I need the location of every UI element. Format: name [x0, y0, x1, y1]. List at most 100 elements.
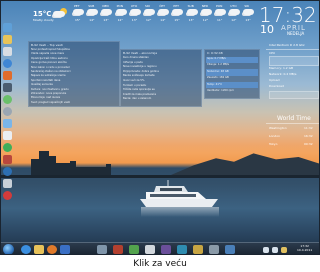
picture-icon[interactable] — [3, 119, 12, 128]
settings-icon[interactable] — [3, 107, 12, 116]
feed-row[interactable]: Novi protesti ispred Skupštine — [31, 48, 70, 51]
drive-monitor-panel: C: 0:32:48 Ispis: 0.7 MB/s Čitanje: 1.2 M… — [204, 49, 260, 99]
feed-row[interactable]: Kurs dinara stabilan — [123, 56, 149, 59]
forecast-day-label: NED — [201, 4, 209, 8]
feed-row[interactable]: Najave za sutrašnje vreme — [31, 74, 66, 77]
feed-row[interactable]: Inflacija u padu — [123, 61, 143, 64]
document-icon[interactable] — [3, 131, 12, 140]
cloud-icon — [229, 9, 241, 15]
forecast-temperature: 13° — [245, 18, 251, 22]
power-icon[interactable] — [3, 191, 12, 200]
window-icon[interactable] — [97, 245, 107, 254]
window-icon[interactable] — [177, 245, 187, 254]
feed-row[interactable]: Vlada najavila nove mere — [31, 52, 64, 55]
cpu-model: Intel Pentium D 2.8 Ghz — [269, 43, 305, 47]
divider — [266, 49, 319, 50]
upload-label: Upload — [269, 78, 280, 82]
pier — [1, 175, 319, 178]
feed-row[interactable]: Ekonomija: rast izvoza — [31, 96, 60, 99]
weather-main-icon — [53, 8, 67, 17]
firefox-icon[interactable] — [47, 245, 57, 254]
computer-icon[interactable] — [3, 23, 12, 32]
window-icon[interactable] — [129, 245, 139, 254]
forecast-day-label: PET — [173, 4, 179, 8]
world-time-value: 00:32 — [304, 142, 313, 146]
forecast-temperature: 13° — [188, 18, 194, 22]
tray-clock[interactable]: 17:32 10.4.2011 — [297, 244, 312, 252]
forecast-day-label: UTO — [230, 4, 237, 8]
game-icon[interactable] — [3, 155, 12, 164]
chat-icon[interactable] — [3, 95, 12, 104]
forecast-day-label: ČET — [159, 4, 166, 8]
feed-row[interactable]: Poljoprivreda: dobra godina — [123, 70, 159, 73]
window-icon[interactable] — [161, 245, 171, 254]
forecast-temperature: 12° — [117, 18, 123, 22]
feed-row[interactable]: Saobraćaj otežan na obilaznici — [31, 70, 71, 73]
yacht-image — [140, 180, 218, 207]
mail-icon[interactable] — [3, 47, 12, 56]
forecast-day-label: NED — [102, 4, 109, 8]
video-icon[interactable] — [3, 83, 12, 92]
forecast-temperature: 12° — [202, 18, 209, 22]
forecast-day-label: SRI — [244, 4, 250, 8]
forecast-day-label: SUB — [187, 4, 194, 8]
recycle-bin-icon[interactable] — [3, 179, 12, 188]
feed-row[interactable]: Svet: pregled najvažnijih vesti — [31, 101, 70, 104]
feed-row[interactable]: Zauzeto: 182 GB — [207, 76, 229, 79]
feed-row[interactable]: Temp: 41°C — [207, 83, 222, 86]
feed-row[interactable]: Cene goriva ponovo skočile — [31, 61, 67, 64]
feed-row[interactable]: Tržište rada oporavlja se — [123, 88, 155, 91]
download-label: Download — [269, 84, 284, 88]
network-icon[interactable] — [3, 167, 12, 176]
forecast-temperature: 13° — [103, 18, 109, 22]
feed-row[interactable]: Čitanje: 1.2 MB/s — [207, 63, 229, 66]
feed-row[interactable]: Sportski rezultati dana — [31, 79, 60, 82]
feed-row[interactable]: Nove investicije u regionu — [123, 65, 157, 68]
music-icon[interactable] — [3, 71, 12, 80]
feed-row[interactable]: Turizam u porastu — [123, 84, 146, 87]
feed-row[interactable]: Zdravstvo: nove preporuke — [31, 92, 66, 95]
ie-icon[interactable] — [21, 245, 31, 254]
cloud-icon — [172, 9, 184, 15]
feed-row[interactable]: Banke snižavaju kamate — [123, 74, 155, 77]
city-skyline — [39, 151, 49, 177]
cloud-icon — [243, 9, 255, 15]
explorer-icon[interactable] — [34, 245, 44, 254]
mountain-silhouette — [171, 153, 319, 175]
feed-row[interactable]: Novi zakon o radu u proceduri — [31, 66, 70, 69]
feed-row[interactable]: Izvoz veći za 5% — [123, 79, 144, 82]
memory-label: Memory: 1.2 GB — [269, 66, 294, 70]
cloud-icon — [101, 9, 113, 15]
tray-volume-icon[interactable] — [272, 247, 278, 253]
news-feed-panel-1: B-92 Vesti – Top vesti Novi protesti isp… — [28, 41, 120, 107]
window-icon[interactable] — [193, 245, 203, 254]
cloud-icon — [73, 9, 84, 15]
network-label: Network: 0.2 MB/s — [269, 72, 297, 76]
window-icon[interactable] — [145, 245, 155, 254]
window-icon[interactable] — [225, 245, 235, 254]
media-player-icon[interactable] — [60, 245, 70, 254]
window-icon[interactable] — [209, 245, 219, 254]
browser-icon[interactable] — [3, 59, 12, 68]
cloud-icon — [215, 9, 226, 15]
feed-row[interactable]: Izveštaj sa berze — [31, 83, 53, 86]
download-icon[interactable] — [3, 143, 12, 152]
feed-row[interactable]: Ispis: 0.7 MB/s — [207, 57, 226, 60]
image-caption[interactable]: Klik za veću — [0, 256, 320, 272]
cloud-icon — [158, 9, 170, 15]
window-icon[interactable] — [113, 245, 123, 254]
world-time-city: Washington — [269, 126, 287, 130]
forecast-temperature: 12° — [146, 18, 152, 22]
feed-row[interactable]: Slobodno: 48 GB — [207, 70, 229, 73]
feed-row[interactable]: Kredit za mala preduzeća — [123, 93, 156, 96]
feed-row[interactable]: Ventilator: 1200 rpm — [207, 89, 234, 92]
tray-flag-icon[interactable] — [281, 247, 287, 253]
feed-row[interactable]: Opozicija traži hitnu sednicu — [31, 57, 68, 60]
start-button[interactable] — [3, 244, 14, 254]
world-time-title: World Time — [277, 115, 311, 122]
tray-network-icon[interactable] — [263, 247, 269, 253]
feed-row[interactable]: Berza: dan u zelenom — [123, 97, 151, 100]
world-time-value: 11:32 — [304, 126, 313, 130]
folder-icon[interactable] — [3, 35, 12, 44]
feed-row[interactable]: Kultura: novi festival u gradu — [31, 88, 69, 91]
